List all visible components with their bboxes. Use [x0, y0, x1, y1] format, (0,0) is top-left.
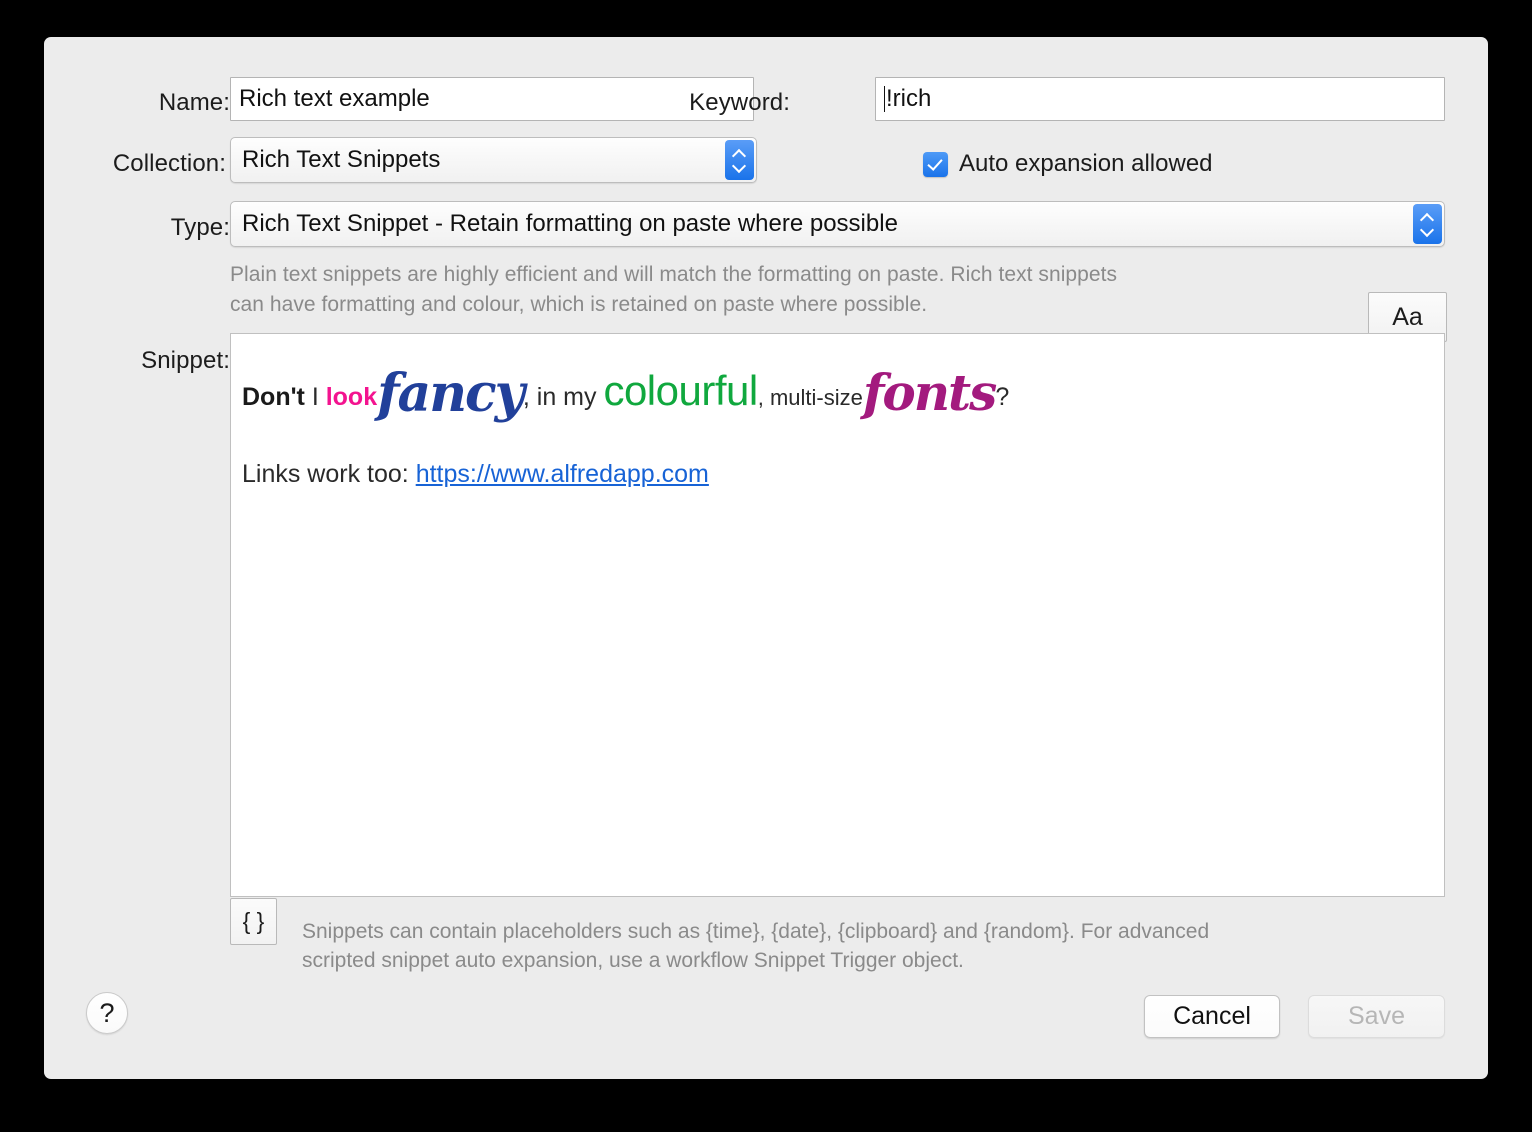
text-caret: [884, 86, 885, 112]
type-description-line2: can have formatting and colour, which is…: [230, 290, 1260, 320]
chevron-updown-icon[interactable]: [725, 140, 754, 180]
snippet-mid2-text: , multi-size: [758, 385, 863, 410]
snippet-label: Snippet:: [70, 347, 230, 375]
snippet-link[interactable]: https://www.alfredapp.com: [416, 460, 709, 488]
keyword-input[interactable]: !rich: [875, 77, 1445, 121]
type-select[interactable]: Rich Text Snippet - Retain formatting on…: [230, 201, 1445, 247]
collection-label: Collection:: [44, 150, 226, 178]
placeholder-button-label: { }: [243, 908, 265, 935]
keyword-input-value: !rich: [886, 85, 931, 113]
type-description-line1: Plain text snippets are highly efficient…: [230, 260, 1260, 290]
snippet-script-purple-text: fonts: [863, 363, 995, 422]
save-button-label: Save: [1348, 1002, 1405, 1031]
font-panel-button-label: Aa: [1392, 303, 1423, 332]
snippet-script-blue-text: fancy: [377, 363, 523, 424]
chevron-updown-icon-type[interactable]: [1413, 204, 1442, 244]
snippet-green-text: colourful: [603, 367, 757, 414]
placeholder-help-line2: scripted snippet auto expansion, use a w…: [302, 946, 1362, 975]
keyword-label: Keyword:: [650, 89, 790, 117]
help-button[interactable]: ?: [86, 992, 128, 1034]
snippet-link-prefix: Links work too:: [242, 460, 416, 488]
auto-expansion-checkbox-row[interactable]: Auto expansion allowed: [923, 150, 1213, 178]
snippet-pink-text: look: [326, 383, 377, 411]
collection-select-value: Rich Text Snippets: [231, 146, 725, 174]
snippet-content: Don't I lookfancy, in my colourful, mult…: [231, 334, 1444, 489]
save-button: Save: [1308, 995, 1445, 1038]
cancel-button[interactable]: Cancel: [1144, 995, 1280, 1038]
placeholder-help-text: Snippets can contain placeholders such a…: [302, 917, 1362, 975]
snippet-richtext-editor[interactable]: Don't I lookfancy, in my colourful, mult…: [230, 333, 1445, 897]
desktop-background: Name: Rich text example Keyword: !rich C…: [0, 0, 1532, 1132]
placeholder-button[interactable]: { }: [230, 898, 277, 945]
type-description: Plain text snippets are highly efficient…: [230, 260, 1260, 320]
cancel-button-label: Cancel: [1173, 1002, 1251, 1031]
collection-select[interactable]: Rich Text Snippets: [230, 137, 757, 183]
snippet-sep-text: I: [305, 383, 326, 411]
snippet-line-2: Links work too: https://www.alfredapp.co…: [242, 460, 1426, 489]
type-select-value: Rich Text Snippet - Retain formatting on…: [231, 210, 1413, 238]
chevron-up-icon: [1421, 214, 1434, 222]
name-label: Name:: [90, 89, 230, 117]
snippet-line-1: Don't I lookfancy, in my colourful, mult…: [242, 362, 1426, 414]
chevron-down-icon: [733, 162, 746, 170]
help-button-label: ?: [99, 998, 114, 1029]
name-input-value: Rich text example: [239, 85, 430, 113]
chevron-up-icon: [733, 150, 746, 158]
snippet-editor-window: Name: Rich text example Keyword: !rich C…: [44, 37, 1488, 1079]
snippet-end-text: ?: [995, 383, 1009, 411]
type-label: Type:: [90, 214, 230, 242]
checkmark-icon[interactable]: [923, 152, 948, 177]
snippet-mid-text: , in my: [523, 383, 604, 411]
auto-expansion-label: Auto expansion allowed: [959, 150, 1213, 178]
chevron-down-icon: [1421, 226, 1434, 234]
placeholder-help-line1: Snippets can contain placeholders such a…: [302, 917, 1362, 946]
snippet-bold-text: Don't: [242, 383, 305, 411]
